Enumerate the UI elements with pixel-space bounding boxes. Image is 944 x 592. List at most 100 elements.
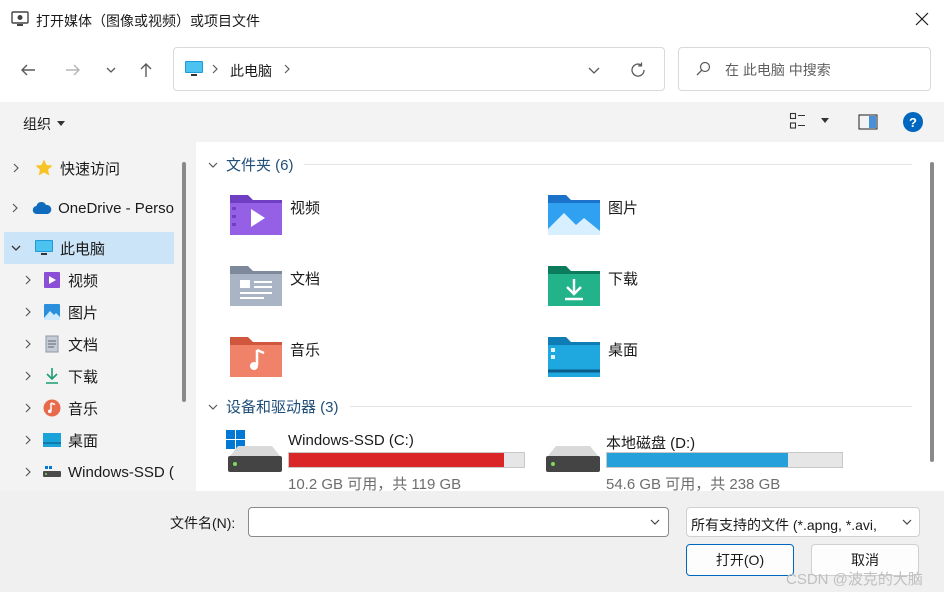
- chevron-right-icon[interactable]: [23, 402, 33, 414]
- folder-item-videos[interactable]: 视频: [228, 189, 528, 245]
- file-type-value: 所有支持的文件 (*.apng, *.avi,: [691, 517, 877, 533]
- filename-input[interactable]: [255, 512, 635, 532]
- chevron-down-icon: [208, 404, 218, 410]
- drives-group-header[interactable]: 设备和驱动器 (3): [208, 396, 339, 417]
- folder-name: 桌面: [608, 342, 639, 359]
- pictures-folder-icon: [548, 195, 600, 235]
- organize-label: 组织: [23, 116, 51, 132]
- arrow-right-icon: [66, 64, 80, 76]
- folder-item-desktop[interactable]: 桌面: [546, 331, 846, 387]
- chevron-right-icon[interactable]: [23, 466, 33, 478]
- sidebar-item-label: 此电脑: [60, 240, 106, 258]
- sidebar-item-documents[interactable]: 文档: [4, 328, 174, 360]
- chevron-right-icon[interactable]: [282, 60, 292, 78]
- folder-item-pictures[interactable]: 图片: [546, 189, 846, 245]
- drive-icon: [43, 466, 61, 477]
- caret-down-icon: [57, 121, 65, 126]
- sidebar-item-label: 桌面: [68, 432, 99, 450]
- app-icon: [11, 11, 29, 26]
- search-box[interactable]: [678, 47, 931, 91]
- folder-item-music[interactable]: 音乐: [228, 331, 528, 387]
- navigation-bar: 此电脑: [0, 38, 944, 102]
- address-dropdown-button[interactable]: [582, 59, 606, 81]
- drive-item-d[interactable]: 本地磁盘 (D:) 54.6 GB 可用，共 238 GB: [544, 430, 854, 491]
- file-type-select[interactable]: 所有支持的文件 (*.apng, *.avi,: [686, 507, 920, 537]
- sidebar-item-label: 音乐: [68, 400, 99, 418]
- refresh-button[interactable]: [626, 58, 650, 82]
- sidebar-item-videos[interactable]: 视频: [4, 264, 174, 296]
- chevron-right-icon[interactable]: [10, 202, 20, 214]
- search-icon: [696, 61, 711, 76]
- forward-button[interactable]: [59, 56, 87, 84]
- music-icon: [43, 399, 61, 417]
- chevron-down-icon: [588, 67, 600, 74]
- chevron-right-icon[interactable]: [23, 370, 33, 382]
- sidebar-item-windows-ssd[interactable]: Windows-SSD (: [4, 456, 174, 488]
- computer-icon: [185, 61, 203, 76]
- change-view-button[interactable]: [789, 112, 829, 130]
- chevron-right-icon[interactable]: [23, 338, 33, 350]
- chevron-right-icon[interactable]: [11, 162, 21, 174]
- hard-drive-icon: [546, 446, 600, 472]
- sidebar-item-this-pc[interactable]: 此电脑: [4, 232, 174, 264]
- sidebar-item-quick-access[interactable]: 快速访问: [4, 152, 174, 184]
- filename-combobox[interactable]: [248, 507, 669, 537]
- help-button[interactable]: ?: [903, 112, 923, 132]
- drive-item-c[interactable]: Windows-SSD (C:) 10.2 GB 可用，共 119 GB: [226, 430, 536, 491]
- desktop-icon: [43, 433, 61, 447]
- chevron-down-icon: [106, 67, 116, 73]
- folder-item-documents[interactable]: 文档: [228, 260, 528, 316]
- desktop-folder-icon: [548, 337, 600, 377]
- music-folder-icon: [230, 337, 282, 377]
- view-layout-icon: [789, 112, 805, 129]
- sidebar-item-pictures[interactable]: 图片: [4, 296, 174, 328]
- chevron-right-icon[interactable]: [23, 306, 33, 318]
- sidebar-item-desktop[interactable]: 桌面: [4, 424, 174, 456]
- folders-group-header[interactable]: 文件夹 (6): [208, 154, 294, 175]
- download-icon: [46, 368, 58, 384]
- folders-group-label: 文件夹 (6): [226, 157, 294, 174]
- arrow-up-icon: [140, 63, 152, 77]
- computer-icon: [35, 240, 53, 255]
- folder-name: 下载: [608, 271, 639, 288]
- picture-icon: [44, 304, 60, 320]
- folder-item-downloads[interactable]: 下载: [546, 260, 846, 316]
- breadcrumb-this-pc[interactable]: 此电脑: [230, 61, 272, 81]
- preview-pane-button[interactable]: [858, 114, 878, 133]
- organize-button[interactable]: 组织: [23, 114, 65, 134]
- sidebar-item-label: 视频: [68, 272, 99, 290]
- close-button[interactable]: [900, 0, 944, 38]
- address-bar[interactable]: 此电脑: [173, 47, 665, 91]
- command-bar: 组织 ?: [0, 102, 944, 142]
- sidebar-item-label: OneDrive - Perso: [58, 199, 174, 217]
- sidebar-item-music[interactable]: 音乐: [4, 392, 174, 424]
- sidebar-item-label: 文档: [68, 336, 99, 354]
- group-divider: [350, 406, 912, 407]
- drive-usage-bar: [606, 452, 843, 468]
- chevron-down-icon[interactable]: [10, 243, 22, 253]
- sidebar-scrollbar[interactable]: [182, 162, 186, 402]
- title-bar: 打开媒体（图像或视频）或项目文件: [0, 0, 944, 38]
- video-folder-icon: [230, 195, 282, 235]
- preview-pane-icon: [858, 114, 878, 130]
- document-icon: [45, 335, 59, 353]
- star-icon: [35, 159, 53, 176]
- chevron-right-icon[interactable]: [23, 274, 33, 286]
- filename-label: 文件名(N):: [170, 515, 236, 531]
- folder-name: 视频: [290, 200, 321, 217]
- arrow-left-icon: [21, 64, 35, 76]
- chevron-down-icon[interactable]: [649, 516, 661, 528]
- recent-locations-button[interactable]: [97, 56, 125, 84]
- open-button[interactable]: 打开(O): [686, 544, 794, 576]
- up-button[interactable]: [132, 56, 160, 84]
- folder-name: 图片: [608, 200, 639, 217]
- back-button[interactable]: [14, 56, 42, 84]
- content-pane: 文件夹 (6) 视频 图片 文档 下载 音乐 桌面 设备和驱动器 (3) Win…: [196, 142, 944, 491]
- search-input[interactable]: [725, 59, 921, 81]
- chevron-right-icon[interactable]: [23, 434, 33, 446]
- sidebar-item-downloads[interactable]: 下载: [4, 360, 174, 392]
- refresh-icon: [631, 62, 645, 77]
- content-scrollbar[interactable]: [930, 162, 934, 462]
- cloud-icon: [32, 201, 52, 215]
- sidebar-item-onedrive[interactable]: OneDrive - Perso: [4, 192, 174, 224]
